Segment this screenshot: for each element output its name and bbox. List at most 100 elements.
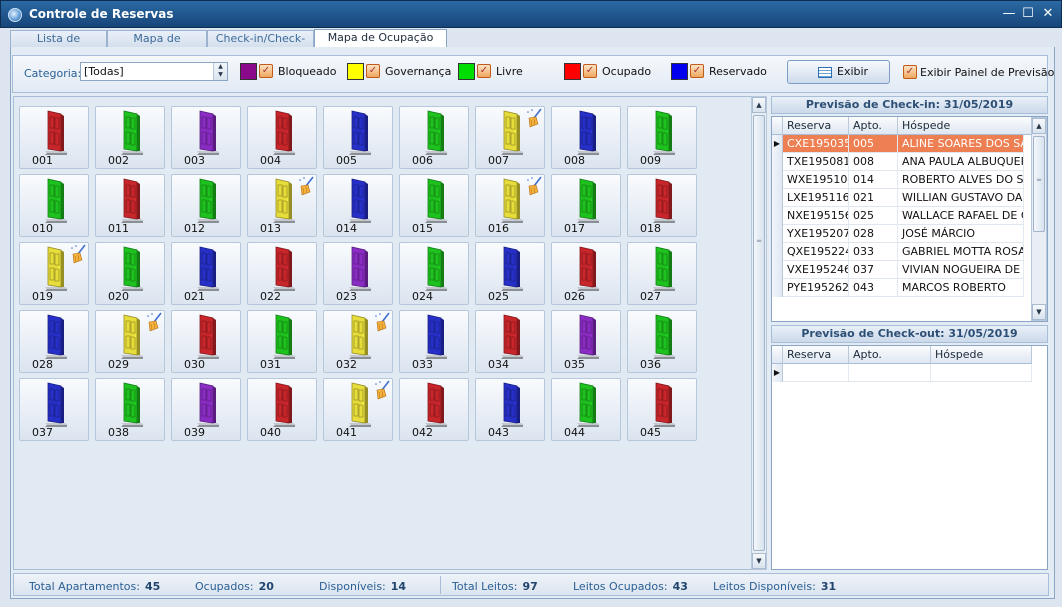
room-tile[interactable]: 036 — [627, 310, 697, 373]
apto-cell[interactable]: 043 — [849, 279, 898, 297]
room-tile[interactable]: 024 — [399, 242, 469, 305]
scroll-down-button[interactable]: ▼ — [1032, 304, 1046, 320]
room-tile[interactable]: 019 — [19, 242, 89, 305]
spin-buttons[interactable]: ▲ ▼ — [213, 63, 227, 80]
room-tile[interactable]: 008 — [551, 106, 621, 169]
new-row[interactable]: ▶ — [772, 364, 1032, 382]
painel-checkbox[interactable]: ✓ — [903, 65, 917, 79]
room-tile[interactable]: 002 — [95, 106, 165, 169]
hospede-cell[interactable]: WILLIAN GUSTAVO DA SILVA — [898, 189, 1024, 207]
hospede-cell[interactable]: WALLACE RAFAEL DE OLIVEIRA — [898, 207, 1024, 225]
room-tile[interactable]: 020 — [95, 242, 165, 305]
hospede-cell[interactable]: ALINE SOARES DOS SANTOS — [898, 135, 1024, 153]
checkin-row[interactable]: QXE195224033GABRIEL MOTTA ROSA FILHO — [772, 243, 1024, 261]
room-tile[interactable]: 013 — [247, 174, 317, 237]
room-tile[interactable]: 034 — [475, 310, 545, 373]
room-tile[interactable]: 037 — [19, 378, 89, 441]
room-tile[interactable]: 025 — [475, 242, 545, 305]
map-scrollbar[interactable]: ▲ ═ ▼ — [751, 96, 767, 570]
reserva-cell[interactable]: LXE195116 — [783, 189, 849, 207]
room-tile[interactable]: 006 — [399, 106, 469, 169]
checkin-row[interactable]: YXE195207 028 JOSÉ MÁRCIO — [772, 225, 1024, 243]
close-button[interactable]: ✕ — [1040, 6, 1056, 22]
reserva-cell[interactable]: YXE195207 — [783, 225, 849, 243]
column-header[interactable]: Apto. — [849, 117, 898, 135]
room-tile[interactable]: 015 — [399, 174, 469, 237]
room-tile[interactable]: 023 — [323, 242, 393, 305]
reserva-cell[interactable]: CXE195035 — [783, 135, 849, 153]
scroll-thumb[interactable] — [1033, 136, 1045, 232]
room-tile[interactable]: 004 — [247, 106, 317, 169]
room-tile[interactable]: 014 — [323, 174, 393, 237]
hospede-cell[interactable]: JOSÉ MÁRCIO — [898, 225, 1024, 243]
hospede-cell[interactable]: GABRIEL MOTTA ROSA FILHO — [898, 243, 1024, 261]
apto-cell[interactable]: 021 — [849, 189, 898, 207]
room-tile[interactable]: 044 — [551, 378, 621, 441]
column-header[interactable]: Hóspede — [898, 117, 1032, 135]
room-tile[interactable]: 017 — [551, 174, 621, 237]
reservado-checkbox[interactable]: ✓ — [690, 64, 704, 78]
apto-cell[interactable]: 025 — [849, 207, 898, 225]
room-tile[interactable]: 005 — [323, 106, 393, 169]
column-header[interactable]: Hóspede — [931, 346, 1032, 364]
room-tile[interactable]: 012 — [171, 174, 241, 237]
hospede-cell[interactable]: ANA PAULA ALBUQUERQUE — [898, 153, 1024, 171]
bloqueado-checkbox[interactable]: ✓ — [259, 64, 273, 78]
apto-cell[interactable]: 005 — [849, 135, 898, 153]
hospede-cell[interactable]: VIVIAN NOGUEIRA DE LIMA — [898, 261, 1024, 279]
room-tile[interactable]: 031 — [247, 310, 317, 373]
room-tile[interactable]: 003 — [171, 106, 241, 169]
apto-cell[interactable]: 028 — [849, 225, 898, 243]
room-tile[interactable]: 001 — [19, 106, 89, 169]
tab-check-in-check-out[interactable]: Check-in/Check-out — [207, 30, 314, 61]
room-tile[interactable]: 007 — [475, 106, 545, 169]
reserva-cell[interactable]: WXE195104 — [783, 171, 849, 189]
scroll-up-button[interactable]: ▲ — [1032, 118, 1046, 134]
ocupado-checkbox[interactable]: ✓ — [583, 64, 597, 78]
apto-cell[interactable]: 033 — [849, 243, 898, 261]
scroll-up-button[interactable]: ▲ — [752, 97, 766, 113]
room-tile[interactable]: 026 — [551, 242, 621, 305]
checkin-row[interactable]: PYE195262 043 MARCOS ROBERTO — [772, 279, 1024, 297]
room-tile[interactable]: 039 — [171, 378, 241, 441]
column-header[interactable]: Reserva — [783, 117, 849, 135]
room-tile[interactable]: 043 — [475, 378, 545, 441]
empty-cell[interactable] — [931, 364, 1032, 382]
reserva-cell[interactable]: VXE195246 — [783, 261, 849, 279]
checkin-row[interactable]: NXE195156025WALLACE RAFAEL DE OLIVEIRA — [772, 207, 1024, 225]
tab-lista-de-reservas[interactable]: Lista de Reservas — [10, 30, 107, 61]
category-select[interactable]: [Todas] ▲ ▼ — [80, 62, 228, 81]
livre-checkbox[interactable]: ✓ — [477, 64, 491, 78]
reserva-cell[interactable]: NXE195156 — [783, 207, 849, 225]
reserva-cell[interactable]: TXE195081 — [783, 153, 849, 171]
reserva-cell[interactable]: PYE195262 — [783, 279, 849, 297]
room-tile[interactable]: 028 — [19, 310, 89, 373]
checkin-row[interactable]: WXE195104014ROBERTO ALVES DO SANTOS — [772, 171, 1024, 189]
governanca-checkbox[interactable]: ✓ — [366, 64, 380, 78]
hospede-cell[interactable]: MARCOS ROBERTO — [898, 279, 1024, 297]
checkin-scrollbar[interactable]: ▲ ═ ▼ — [1031, 117, 1047, 321]
room-tile[interactable]: 022 — [247, 242, 317, 305]
room-tile[interactable]: 033 — [399, 310, 469, 373]
apto-cell[interactable]: 037 — [849, 261, 898, 279]
empty-cell[interactable] — [783, 364, 849, 382]
tab-mapa-de-reservas[interactable]: Mapa de Reservas — [107, 30, 207, 61]
scroll-down-button[interactable]: ▼ — [752, 553, 766, 569]
room-tile[interactable]: 011 — [95, 174, 165, 237]
room-tile[interactable]: 040 — [247, 378, 317, 441]
checkin-row[interactable]: ▶CXE195035005ALINE SOARES DOS SANTOS — [772, 135, 1024, 153]
scroll-thumb[interactable] — [753, 115, 765, 551]
tab-mapa-de-ocupacao-atual[interactable]: Mapa de Ocupação Atual — [314, 29, 447, 60]
room-tile[interactable]: 010 — [19, 174, 89, 237]
room-tile[interactable]: 021 — [171, 242, 241, 305]
exibir-button[interactable]: Exibir — [787, 60, 890, 84]
room-tile[interactable]: 041 — [323, 378, 393, 441]
maximize-button[interactable]: ☐ — [1020, 6, 1036, 22]
room-tile[interactable]: 018 — [627, 174, 697, 237]
room-tile[interactable]: 035 — [551, 310, 621, 373]
room-tile[interactable]: 042 — [399, 378, 469, 441]
checkin-row[interactable]: LXE195116021WILLIAN GUSTAVO DA SILVA — [772, 189, 1024, 207]
column-header[interactable]: Reserva — [783, 346, 849, 364]
column-header[interactable]: Apto. — [849, 346, 931, 364]
reserva-cell[interactable]: QXE195224 — [783, 243, 849, 261]
